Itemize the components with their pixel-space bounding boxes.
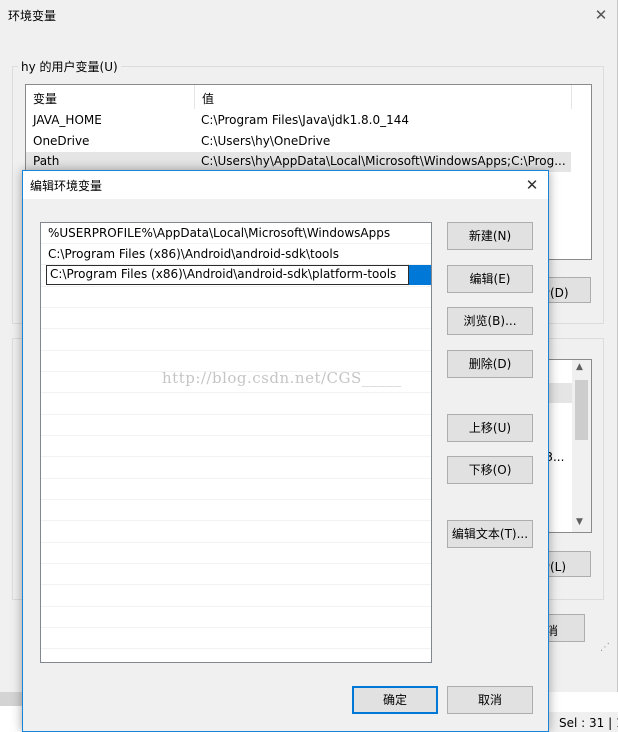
- list-divider: [41, 584, 431, 585]
- new-button[interactable]: 新建(N): [447, 222, 533, 250]
- list-divider: [41, 563, 431, 564]
- user-variable-row-selected[interactable]: Path C:\Users\hy\AppData\Local\Microsoft…: [26, 152, 571, 172]
- move-up-button[interactable]: 上移(U): [447, 414, 533, 442]
- variable-name: Path: [33, 154, 60, 168]
- edit-button[interactable]: 编辑(E): [447, 265, 533, 293]
- scroll-down-icon[interactable]: ▼: [576, 517, 583, 527]
- path-entry-selection-highlight: [409, 265, 431, 285]
- variable-name: JAVA_HOME: [33, 113, 102, 127]
- edit-text-button[interactable]: 编辑文本(T)...: [447, 520, 533, 548]
- outer-dialog-title: 环境变量: [8, 9, 57, 23]
- column-header-value[interactable]: 值: [202, 90, 214, 107]
- list-divider: [41, 307, 431, 308]
- list-divider: [41, 648, 431, 649]
- cancel-button[interactable]: 取消: [447, 686, 533, 714]
- inner-dialog-title: 编辑环境变量: [30, 179, 103, 193]
- list-divider: [41, 435, 431, 436]
- list-divider: [41, 286, 431, 287]
- ok-button[interactable]: 确定: [352, 686, 438, 714]
- variable-name: OneDrive: [33, 134, 90, 148]
- list-divider: [41, 627, 431, 628]
- system-list-scroll-thumb[interactable]: [575, 380, 588, 440]
- list-divider: [41, 542, 431, 543]
- user-variables-group-label: hy 的用户变量(U): [18, 58, 121, 75]
- list-divider: [41, 499, 431, 500]
- user-variables-header: 变量 值: [26, 85, 572, 110]
- list-divider: [41, 478, 431, 479]
- variable-value: C:\Users\hy\OneDrive: [201, 134, 331, 148]
- outer-close-icon[interactable]: ✕: [592, 6, 610, 24]
- move-down-button[interactable]: 下移(O): [447, 456, 533, 484]
- path-entries-list[interactable]: [40, 222, 432, 663]
- list-divider: [41, 456, 431, 457]
- column-header-variable[interactable]: 变量: [33, 90, 57, 107]
- user-variable-row[interactable]: JAVA_HOME C:\Program Files\Java\jdk1.8.0…: [26, 111, 571, 131]
- inner-close-icon[interactable]: ✕: [521, 174, 543, 196]
- path-entry[interactable]: %USERPROFILE%\AppData\Local\Microsoft\Wi…: [48, 226, 390, 240]
- list-divider: [41, 328, 431, 329]
- list-divider: [41, 606, 431, 607]
- list-divider: [41, 392, 431, 393]
- column-separator: [194, 85, 195, 109]
- browse-button[interactable]: 浏览(B)...: [447, 307, 533, 335]
- list-divider: [41, 520, 431, 521]
- column-separator: [571, 85, 572, 109]
- list-divider: [41, 350, 431, 351]
- resize-grip-icon[interactable]: ⋰: [600, 642, 610, 653]
- watermark-text: http://blog.csdn.net/CGS_____: [162, 369, 402, 387]
- list-divider: [41, 243, 431, 244]
- user-variable-row[interactable]: OneDrive C:\Users\hy\OneDrive: [26, 132, 571, 152]
- variable-value: C:\Users\hy\AppData\Local\Microsoft\Wind…: [201, 154, 566, 168]
- variable-value: C:\Program Files\Java\jdk1.8.0_144: [201, 113, 410, 127]
- scroll-up-icon[interactable]: ▲: [576, 362, 583, 372]
- delete-button[interactable]: 删除(D): [447, 350, 533, 378]
- path-entry-edit-text[interactable]: C:\Program Files (x86)\Android\android-s…: [50, 267, 396, 281]
- list-divider: [41, 414, 431, 415]
- path-entry[interactable]: C:\Program Files (x86)\Android\android-s…: [48, 247, 339, 261]
- status-selection-text: Sel : 31 | 1: [559, 716, 618, 730]
